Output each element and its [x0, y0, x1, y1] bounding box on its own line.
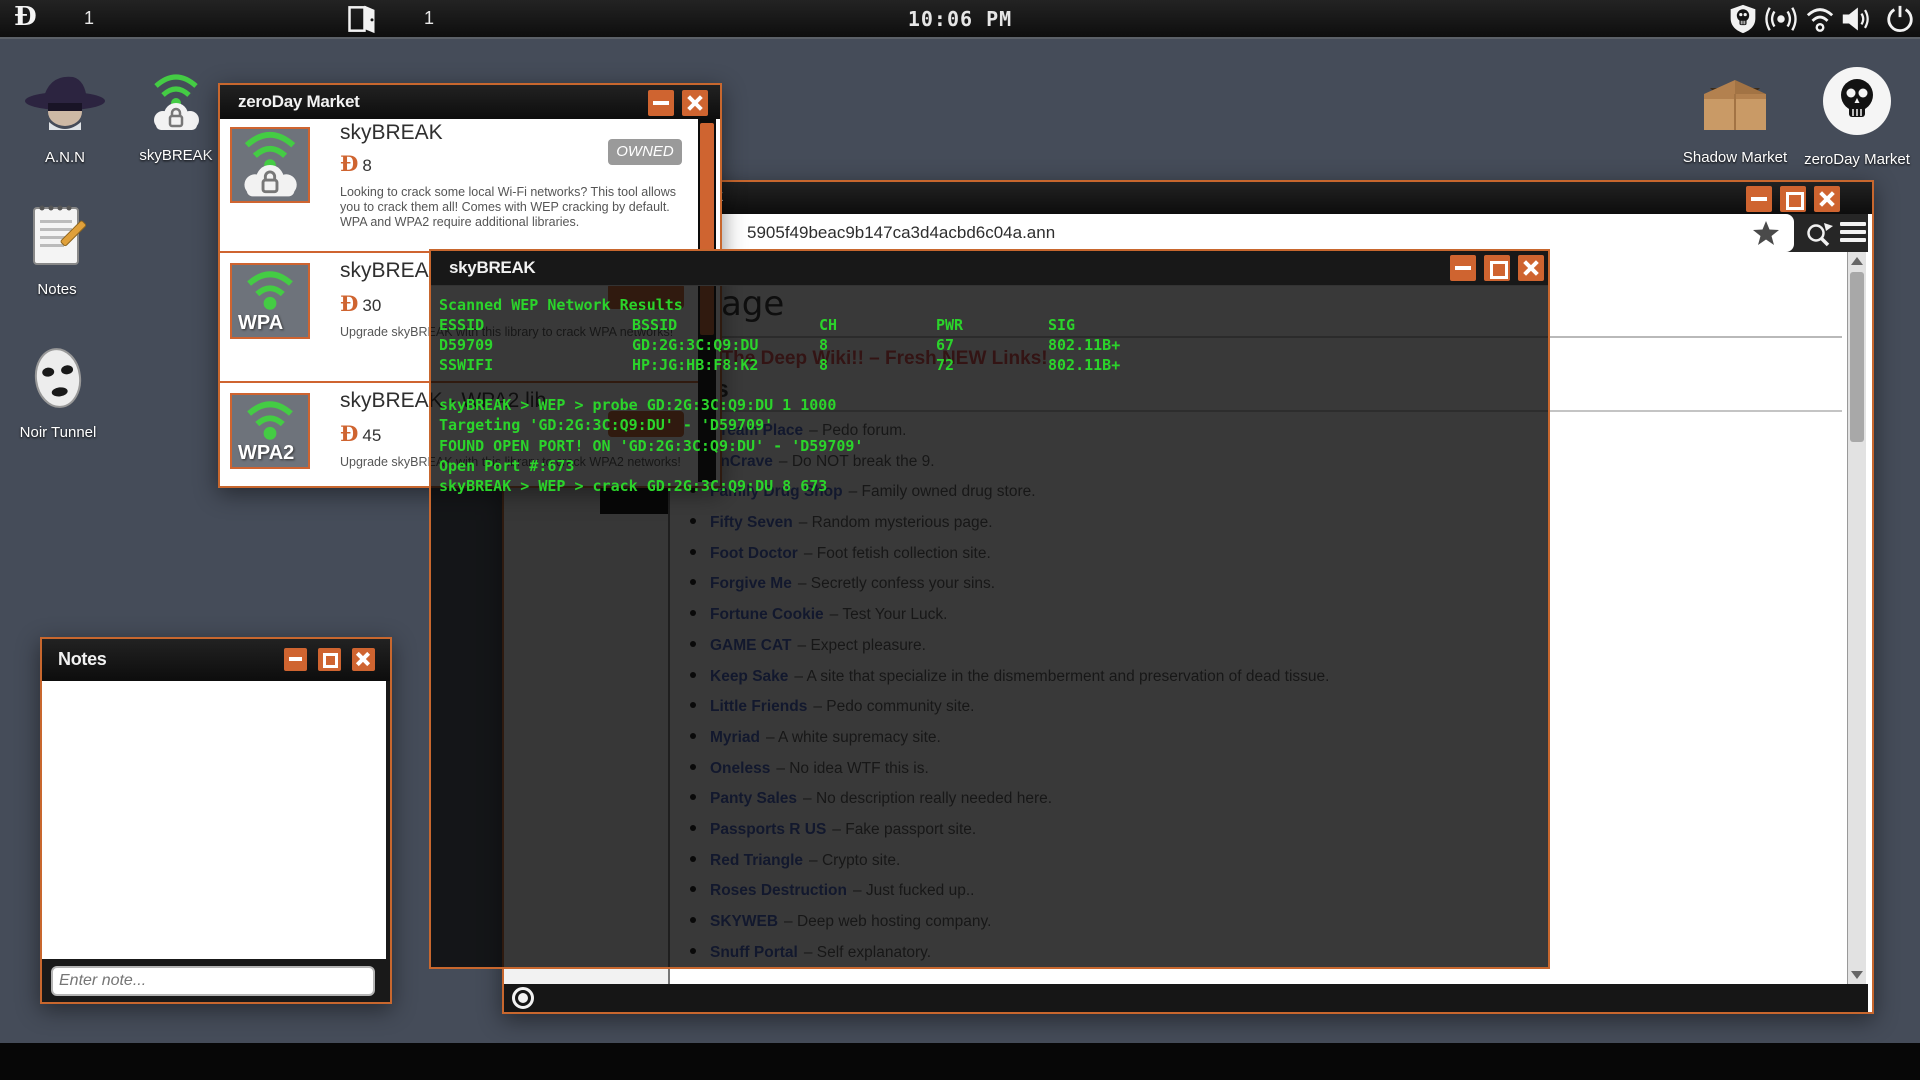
network-essid: SSWIFI [439, 356, 494, 374]
notes-content-area[interactable] [42, 681, 386, 959]
desktop-icon-shadow-market[interactable]: Shadow Market [1680, 72, 1790, 166]
market-titlebar[interactable]: zeroDay Market [220, 85, 720, 119]
network-bssid: HP:JG:HB:F8:K2 [632, 356, 759, 374]
network-signal: 802.11B+ [1048, 356, 1121, 374]
scrollbar-thumb[interactable] [1850, 272, 1864, 442]
minimize-button[interactable] [284, 648, 307, 671]
dosh-currency-icon: Ð [340, 151, 359, 176]
browser-bottom-bar [504, 984, 1868, 1012]
item-description: Looking to crack some local Wi-Fi networ… [340, 185, 677, 229]
mask-icon [34, 348, 82, 408]
record-icon[interactable] [512, 987, 534, 1009]
desktop: Ð 1 1 10:06 PM A.N.N skyBREAK Notes Noir… [0, 0, 1920, 1080]
wpa2-icon-label: WPA2 [238, 442, 295, 464]
skybreak-item-icon [230, 127, 310, 203]
scroll-down-arrow[interactable] [1851, 971, 1863, 979]
cardboard-box-icon [1704, 80, 1766, 130]
column-header: CH [819, 316, 838, 334]
skybreak-terminal-window: skyBREAK Scanned WEP Network Results ESS… [429, 249, 1550, 969]
network-power: 67 [936, 336, 955, 354]
column-header: SIG [1048, 316, 1076, 334]
network-bssid: GD:2G:3C:Q9:DU [632, 336, 759, 354]
top-status-bar: Ð 1 1 10:06 PM [0, 0, 1920, 39]
network-power: 72 [936, 356, 955, 374]
browser-scrollbar[interactable] [1847, 252, 1866, 984]
terminal-output-line: Targeting 'GD:2G:3C:Q9:DU' - 'D59709' [439, 416, 774, 434]
menu-hamburger-icon[interactable] [1840, 222, 1866, 246]
network-channel: 8 [819, 356, 829, 374]
desktop-icon-label: Noir Tunnel [19, 424, 97, 441]
desktop-icon-zeroday-market[interactable]: zeroDay Market [1802, 64, 1912, 168]
notepad-icon [33, 205, 87, 265]
close-button[interactable] [352, 648, 375, 671]
owned-badge: OWNED [608, 139, 682, 165]
inspect-magnifier-icon[interactable] [1804, 220, 1834, 248]
wpa-icon-label: WPA [238, 312, 284, 334]
terminal-scan-header: Scanned WEP Network Results [439, 296, 683, 314]
terminal-command-line: skyBREAK > WEP > crack GD:2G:3C:Q9:DU 8 … [439, 477, 828, 495]
wpa-item-icon: WPA [230, 263, 310, 339]
network-channel: 8 [819, 336, 829, 354]
desktop-icon-label: Shadow Market [1682, 149, 1788, 166]
desktop-icon-skybreak[interactable]: skyBREAK [128, 72, 224, 164]
dosh-currency-icon: Ð [340, 421, 359, 446]
volume-icon[interactable] [1841, 4, 1873, 34]
clock: 10:06 PM [907, 7, 1013, 31]
bookmark-star-icon[interactable] [1752, 220, 1780, 246]
wifi-icon[interactable] [1804, 4, 1836, 34]
signal-broadcast-icon[interactable] [1762, 4, 1800, 34]
note-input[interactable] [51, 966, 375, 996]
market-item-skybreak[interactable]: skyBREAK Ð8 Looking to crack some local … [220, 119, 698, 251]
close-button[interactable] [682, 90, 708, 116]
minimize-button[interactable] [1746, 186, 1772, 212]
column-header: BSSID [632, 316, 678, 334]
desktop-icon-notes[interactable]: Notes [12, 200, 102, 298]
maximize-button[interactable] [1780, 186, 1806, 212]
desktop-icon-label: zeroDay Market [1804, 151, 1910, 168]
desktop-icon-label: Notes [37, 281, 77, 298]
bottom-bar [0, 1043, 1920, 1080]
market-window-title: zeroDay Market [238, 92, 360, 111]
close-button[interactable] [1814, 186, 1840, 212]
shield-skull-icon[interactable] [1727, 4, 1759, 34]
notes-window: Notes [40, 637, 392, 1004]
network-signal: 802.11B+ [1048, 336, 1121, 354]
terminal-command-line: skyBREAK > WEP > probe GD:2G:3C:Q9:DU 1 … [439, 396, 837, 414]
maximize-button[interactable] [318, 648, 341, 671]
item-name: skyBREAK [340, 121, 443, 144]
desktop-icon-label: skyBREAK [139, 147, 213, 164]
terminal-titlebar[interactable]: skyBREAK [431, 251, 1548, 286]
item-price: Ð 45 [340, 421, 382, 446]
item-price: Ð 30 [340, 291, 382, 316]
minimize-button[interactable] [648, 90, 674, 116]
skull-icon [1823, 67, 1891, 135]
desktop-icon-noir-tunnel[interactable]: Noir Tunnel [8, 345, 108, 441]
maximize-button[interactable] [1484, 255, 1510, 281]
power-icon[interactable] [1884, 4, 1916, 34]
wpa2-item-icon: WPA2 [230, 393, 310, 469]
column-header: PWR [936, 316, 964, 334]
desktop-icon-ann[interactable]: A.N.N [10, 70, 120, 166]
terminal-output-line: FOUND OPEN PORT! ON 'GD:2G:3C:Q9:DU' - '… [439, 437, 864, 455]
notes-window-title: Notes [58, 649, 107, 669]
network-essid: D59709 [439, 336, 494, 354]
dosh-currency-icon: Ð [340, 291, 359, 316]
column-header: ESSID [439, 316, 485, 334]
notes-titlebar[interactable]: Notes [42, 639, 390, 681]
wifi-cloud-lock-icon [154, 74, 199, 130]
terminal-output-line: Open Port #:673 [439, 457, 575, 475]
hacker-avatar-icon [25, 76, 105, 130]
url-text: 5905f49beac9b147ca3d4acbd6c04a.ann [747, 223, 1056, 242]
desktop-icon-label: A.N.N [44, 149, 85, 166]
close-button[interactable] [1518, 255, 1544, 281]
terminal-window-title: skyBREAK [449, 258, 536, 277]
minimize-button[interactable] [1450, 255, 1476, 281]
item-price: Ð8 [340, 151, 372, 176]
scroll-up-arrow[interactable] [1851, 257, 1863, 265]
